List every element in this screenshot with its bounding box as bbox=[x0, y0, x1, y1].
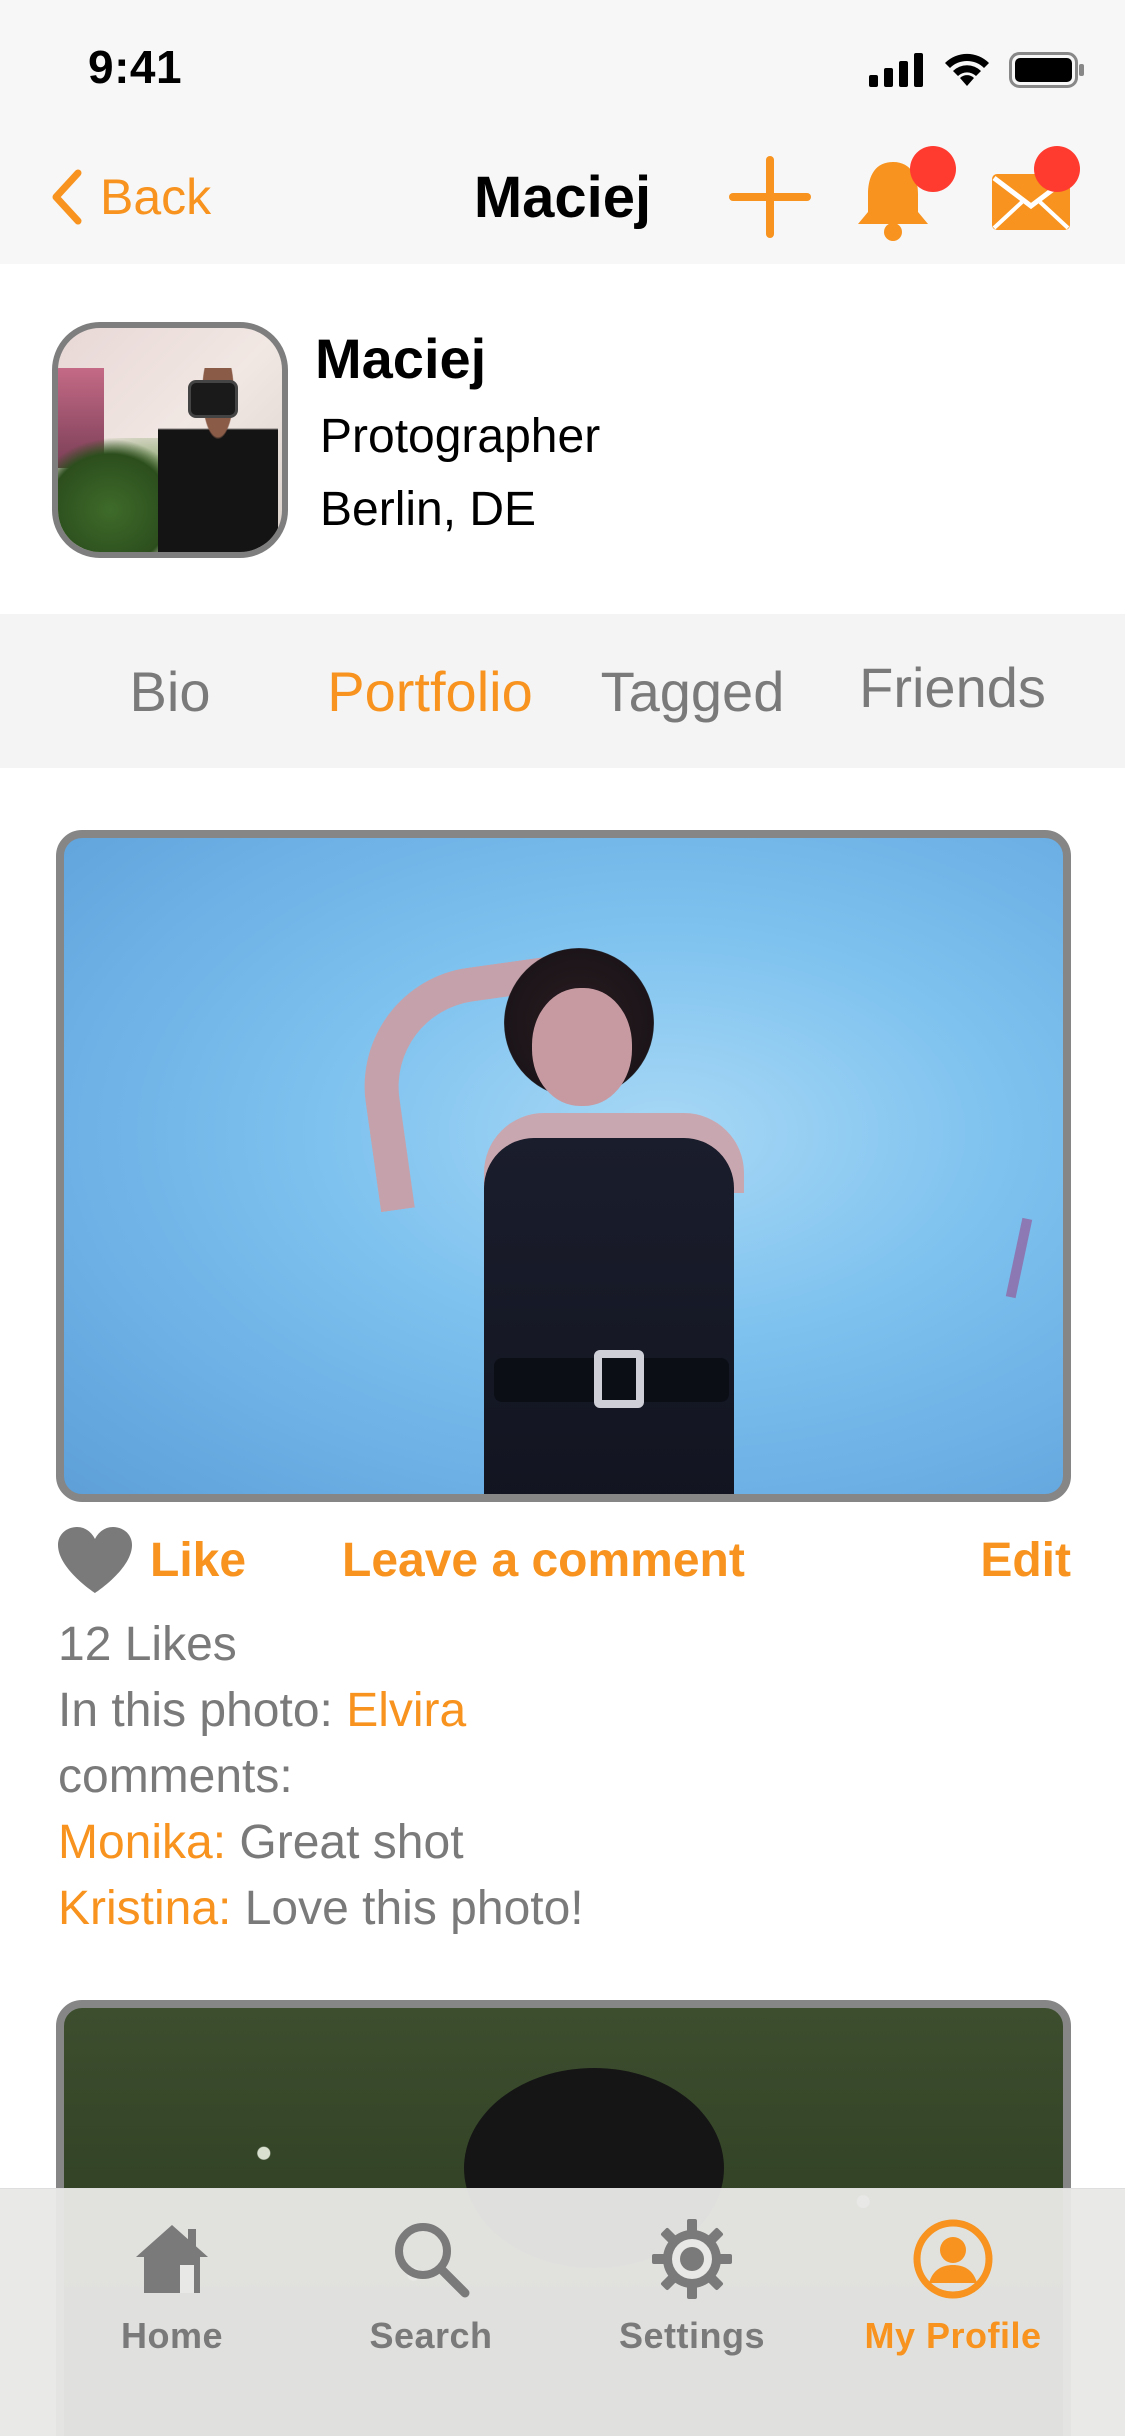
tab-bar-settings[interactable]: Settings bbox=[592, 2217, 792, 2387]
battery-icon bbox=[1009, 52, 1084, 88]
tab-bar-home[interactable]: Home bbox=[72, 2217, 272, 2387]
avatar[interactable] bbox=[52, 322, 288, 558]
tab-bar-label: Settings bbox=[618, 2315, 765, 2356]
comment-text: Love this photo! bbox=[231, 1882, 584, 1935]
tagged-user-link[interactable]: Elvira bbox=[346, 1684, 466, 1737]
back-button[interactable]: Back bbox=[50, 152, 211, 242]
messages-button[interactable] bbox=[978, 142, 1088, 252]
in-photo-label: In this photo: bbox=[58, 1684, 347, 1737]
post-photo[interactable] bbox=[56, 830, 1071, 1502]
search-icon bbox=[395, 2223, 470, 2298]
tab-bar-label: My Profile bbox=[864, 2315, 1042, 2356]
comment-item: Monika: Great shot bbox=[58, 1810, 1058, 1876]
in-photo-line: In this photo: Elvira bbox=[58, 1678, 1058, 1744]
notification-badge bbox=[910, 146, 956, 192]
leave-comment-button[interactable]: Leave a comment bbox=[342, 1520, 745, 1600]
comment-item: Kristina: Love this photo! bbox=[58, 1876, 1058, 1942]
tab-bio[interactable]: Bio bbox=[90, 614, 250, 768]
profile-header: Maciej Protographer Berlin, DE bbox=[0, 264, 1125, 614]
like-label: Like bbox=[150, 1533, 247, 1587]
comment-text: Great shot bbox=[226, 1816, 464, 1869]
cellular-signal-icon bbox=[869, 53, 923, 87]
post-meta: 12 Likes In this photo: Elvira comments:… bbox=[58, 1612, 1058, 1942]
likes-count: 12 Likes bbox=[58, 1618, 237, 1671]
profile-location: Berlin, DE bbox=[320, 483, 537, 536]
wifi-icon bbox=[945, 53, 989, 86]
tab-bar-my-profile[interactable]: My Profile bbox=[853, 2217, 1053, 2387]
navigation-bar: Maciej Back bbox=[0, 132, 1125, 264]
status-time: 9:41 bbox=[88, 41, 183, 93]
profile-tabs: Bio Portfolio Tagged Friends bbox=[0, 614, 1125, 768]
profile-role: Protographer bbox=[320, 410, 601, 463]
tab-portfolio[interactable]: Portfolio bbox=[300, 614, 560, 768]
heart-icon bbox=[58, 1527, 132, 1593]
comment-author[interactable]: Kristina: bbox=[58, 1882, 231, 1935]
tab-bar-label: Home bbox=[120, 2315, 224, 2356]
tab-tagged[interactable]: Tagged bbox=[585, 614, 800, 768]
bottom-tab-bar: Home Search Settings My Profile bbox=[0, 2188, 1125, 2436]
like-button[interactable]: Like bbox=[56, 1520, 246, 1600]
chevron-left-icon bbox=[52, 169, 82, 225]
plus-icon bbox=[729, 156, 811, 238]
profile-name: Maciej bbox=[315, 327, 487, 390]
add-button[interactable] bbox=[715, 142, 825, 252]
edit-button[interactable]: Edit bbox=[980, 1520, 1071, 1600]
post-actions: Like Leave a comment Edit bbox=[56, 1520, 1071, 1600]
tab-bar-search[interactable]: Search bbox=[331, 2217, 531, 2387]
tab-bar-label: Search bbox=[369, 2315, 493, 2356]
comments-heading: comments: bbox=[58, 1750, 293, 1803]
tab-friends[interactable]: Friends bbox=[840, 610, 1065, 764]
comment-author[interactable]: Monika: bbox=[58, 1816, 226, 1869]
message-badge bbox=[1034, 146, 1080, 192]
gear-icon bbox=[652, 2219, 732, 2299]
home-icon bbox=[136, 2225, 208, 2293]
profile-icon bbox=[913, 2219, 993, 2299]
status-icons bbox=[869, 50, 1085, 90]
notifications-button[interactable] bbox=[838, 142, 956, 252]
back-label: Back bbox=[100, 169, 212, 225]
status-bar: 9:41 bbox=[0, 0, 1125, 132]
